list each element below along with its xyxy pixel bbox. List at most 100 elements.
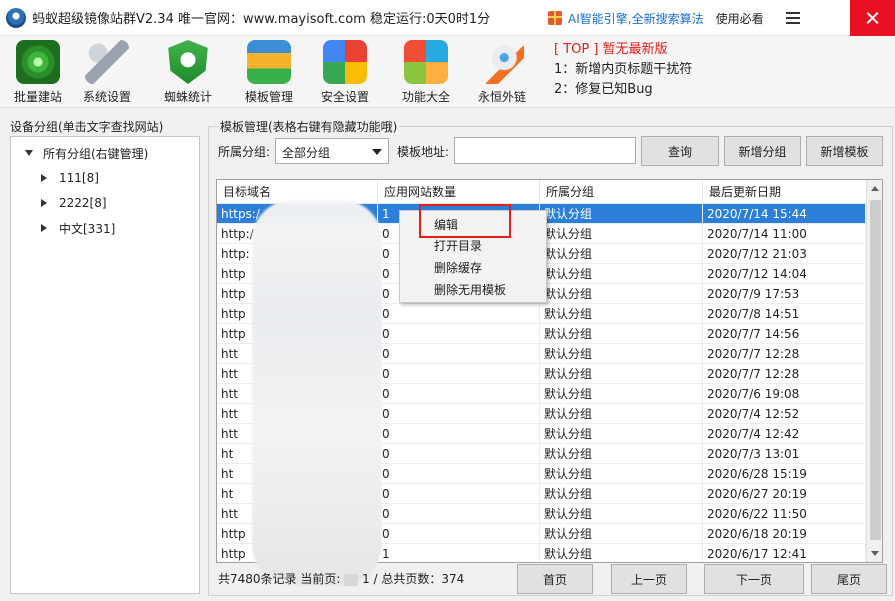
cell-count[interactable]: 0	[378, 364, 540, 384]
cell-date[interactable]: 2020/7/6 19:08	[703, 384, 866, 404]
query-button[interactable]: 查询	[641, 136, 719, 166]
next-page-button[interactable]: 下一页	[704, 564, 804, 594]
ai-engine-text[interactable]: AI智能引擎,全新搜索算法	[568, 10, 704, 27]
cell-count[interactable]: 0	[378, 424, 540, 444]
security-settings-label: 安全设置	[320, 90, 369, 104]
chevron-down-icon[interactable]	[372, 149, 382, 155]
prev-page-button[interactable]: 上一页	[611, 564, 687, 594]
template-address-input[interactable]	[454, 137, 636, 164]
cell-date[interactable]: 2020/7/12 14:04	[703, 264, 866, 284]
tree-item-chinese[interactable]: 中文[331]	[41, 219, 115, 237]
all-features-label: 功能大全	[401, 90, 450, 104]
cell-date[interactable]: 2020/7/9 17:53	[703, 284, 866, 304]
cell-count[interactable]: 0	[378, 384, 540, 404]
cell-date[interactable]: 2020/7/7 12:28	[703, 344, 866, 364]
cell-group[interactable]: 默认分组	[540, 324, 703, 344]
cell-date[interactable]: 2020/7/3 13:01	[703, 444, 866, 464]
tree-root-label[interactable]: 所有分组(右键管理)	[43, 145, 148, 162]
tree-item-2222[interactable]: 2222[8]	[41, 194, 107, 212]
system-settings-button[interactable]: 系统设置	[69, 38, 145, 104]
cell-count[interactable]: 0	[378, 444, 540, 464]
cell-group[interactable]: 默认分组	[540, 444, 703, 464]
spider-stats-label: 蜘蛛统计	[163, 90, 212, 104]
tree-root[interactable]: 所有分组(右键管理)	[25, 144, 148, 162]
cell-date[interactable]: 2020/7/7 12:28	[703, 364, 866, 384]
cell-count[interactable]: 0	[378, 524, 540, 544]
cell-group[interactable]: 默认分组	[540, 504, 703, 524]
group-select[interactable]: 全部分组	[275, 138, 389, 164]
collapse-arrow-icon[interactable]	[41, 224, 47, 232]
hamburger-menu-icon[interactable]	[786, 12, 800, 24]
close-button[interactable]	[850, 0, 895, 36]
top-version-note[interactable]: [ TOP ] 暂无最新版	[554, 40, 692, 60]
column-header-count[interactable]: 应用网站数量	[378, 180, 540, 204]
scrollbar-thumb[interactable]	[870, 200, 881, 540]
cell-count[interactable]: 0	[378, 304, 540, 324]
tree-item-label[interactable]: 111[8]	[59, 171, 99, 185]
batch-build-button[interactable]: 批量建站	[0, 38, 76, 104]
group-tree[interactable]: 所有分组(右键管理) 111[8] 2222[8] 中文[331]	[10, 136, 200, 594]
menu-item-delete-unused-templates[interactable]: 删除无用模板	[400, 280, 546, 300]
template-manage-button[interactable]: 模板管理	[231, 38, 307, 104]
spider-stats-button[interactable]: 蜘蛛统计	[150, 38, 226, 104]
cell-count[interactable]: 0	[378, 324, 540, 344]
eternal-links-button[interactable]: 永恒外链	[464, 38, 540, 104]
column-header-date[interactable]: 最后更新日期	[703, 180, 866, 204]
cell-group[interactable]: 默认分组	[540, 384, 703, 404]
cell-date[interactable]: 2020/6/28 15:19	[703, 464, 866, 484]
cell-group[interactable]: 默认分组	[540, 344, 703, 364]
scroll-down-icon[interactable]	[871, 551, 879, 556]
scroll-up-icon[interactable]	[871, 186, 879, 191]
cell-group[interactable]: 默认分组	[540, 404, 703, 424]
cell-date[interactable]: 2020/7/4 12:52	[703, 404, 866, 424]
cell-date[interactable]: 2020/6/27 20:19	[703, 484, 866, 504]
cell-group[interactable]: 默认分组	[540, 284, 703, 304]
cell-count[interactable]: 0	[378, 464, 540, 484]
cell-group[interactable]: 默认分组	[540, 424, 703, 444]
expand-arrow-icon[interactable]	[25, 150, 33, 156]
cell-count[interactable]: 0	[378, 344, 540, 364]
cell-date[interactable]: 2020/7/14 11:00	[703, 224, 866, 244]
cell-date[interactable]: 2020/6/18 20:19	[703, 524, 866, 544]
first-page-button[interactable]: 首页	[517, 564, 593, 594]
cell-count[interactable]: 1	[378, 544, 540, 562]
cell-group[interactable]: 默认分组	[540, 544, 703, 562]
cell-group[interactable]: 默认分组	[540, 364, 703, 384]
column-header-group[interactable]: 所属分组	[540, 180, 703, 204]
cell-count[interactable]: 0	[378, 484, 540, 504]
help-link[interactable]: 使用必看	[716, 10, 764, 27]
privacy-blur	[252, 200, 382, 585]
collapse-arrow-icon[interactable]	[41, 174, 47, 182]
cell-group[interactable]: 默认分组	[540, 484, 703, 504]
cell-date[interactable]: 2020/6/22 11:50	[703, 504, 866, 524]
cell-date[interactable]: 2020/7/14 15:44	[703, 204, 866, 224]
tree-item-label[interactable]: 2222[8]	[59, 196, 107, 210]
cell-date[interactable]: 2020/7/7 14:56	[703, 324, 866, 344]
collapse-arrow-icon[interactable]	[41, 199, 47, 207]
add-template-button[interactable]: 新增模板	[806, 136, 883, 166]
vertical-scrollbar[interactable]	[866, 180, 882, 562]
tree-item-label[interactable]: 中文[331]	[59, 220, 115, 237]
cell-date[interactable]: 2020/7/8 14:51	[703, 304, 866, 324]
add-group-button[interactable]: 新增分组	[724, 136, 801, 166]
ai-engine-banner[interactable]: AI智能引擎,全新搜索算法 使用必看	[548, 0, 764, 36]
cell-group[interactable]: 默认分组	[540, 224, 703, 244]
cell-group[interactable]: 默认分组	[540, 304, 703, 324]
cell-group[interactable]: 默认分组	[540, 524, 703, 544]
cell-date[interactable]: 2020/7/12 21:03	[703, 244, 866, 264]
cell-count[interactable]: 0	[378, 504, 540, 524]
all-features-button[interactable]: 功能大全	[388, 38, 464, 104]
menu-item-delete-cache[interactable]: 删除缓存	[400, 258, 546, 278]
cell-group[interactable]: 默认分组	[540, 204, 703, 224]
cell-group[interactable]: 默认分组	[540, 464, 703, 484]
security-settings-button[interactable]: 安全设置	[307, 38, 383, 104]
cell-count[interactable]: 0	[378, 404, 540, 424]
cell-group[interactable]: 默认分组	[540, 244, 703, 264]
cell-date[interactable]: 2020/7/4 12:42	[703, 424, 866, 444]
app-logo-icon	[6, 7, 26, 28]
cell-date[interactable]: 2020/6/17 12:41	[703, 544, 866, 562]
menu-item-open-directory[interactable]: 打开目录	[400, 236, 546, 256]
last-page-button[interactable]: 尾页	[811, 564, 887, 594]
tree-item-111[interactable]: 111[8]	[41, 169, 99, 187]
cell-group[interactable]: 默认分组	[540, 264, 703, 284]
